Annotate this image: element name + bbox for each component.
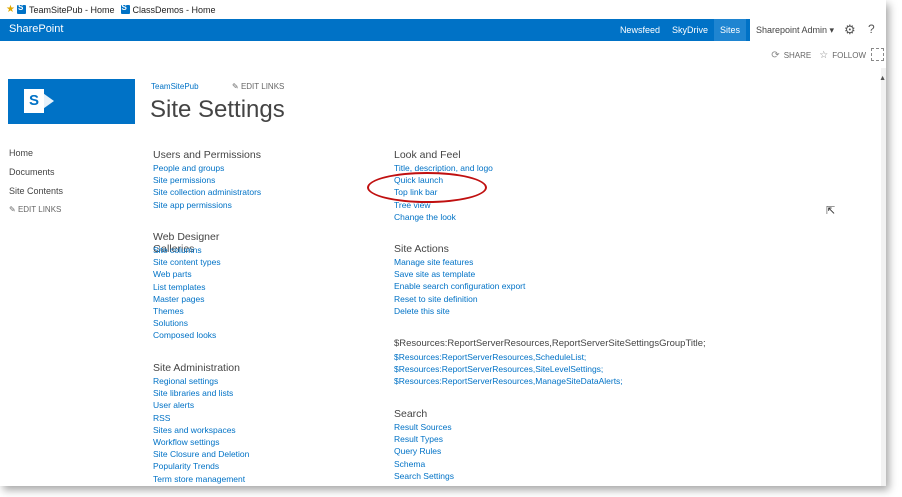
follow-button[interactable]: FOLLOW [832, 51, 866, 60]
settings-link[interactable]: Site app permissions [153, 199, 261, 211]
settings-link[interactable]: Term store management [153, 473, 249, 485]
sharepoint-favicon-icon [120, 3, 130, 14]
settings-link[interactable]: RSS [153, 412, 249, 424]
section-title: Users and Permissions [153, 149, 261, 161]
section-users-permissions: Users and Permissions People and groups … [153, 149, 261, 211]
section-site-actions: Site Actions Manage site features Save s… [394, 243, 525, 317]
settings-link[interactable]: List templates [153, 281, 221, 293]
gear-icon[interactable]: ⚙ [844, 22, 856, 38]
section-title: Look and Feel [394, 149, 461, 161]
settings-link[interactable]: Schema [394, 458, 454, 470]
share-button[interactable]: SHARE [784, 51, 812, 60]
settings-link[interactable]: Site libraries and lists [153, 387, 249, 399]
section-title: Site Administration [153, 362, 240, 374]
breadcrumb[interactable]: TeamSitePub [151, 82, 199, 91]
follow-star-icon[interactable]: ☆ [819, 50, 828, 61]
settings-link[interactable]: Reset to site definition [394, 293, 525, 305]
settings-link[interactable]: Save site as template [394, 268, 525, 280]
settings-link[interactable]: Composed looks [153, 329, 221, 341]
suite-bar: SharePoint Newsfeed SkyDrive Sites Share… [0, 19, 886, 41]
settings-link[interactable]: Enable search configuration export [394, 280, 525, 292]
page-title: Site Settings [150, 96, 285, 123]
settings-link[interactable]: Master pages [153, 293, 221, 305]
star-icon: ★ [6, 4, 15, 15]
scroll-up-arrow-icon[interactable]: ▲ [879, 75, 886, 82]
logo-s-icon: S [24, 89, 44, 113]
settings-link[interactable]: Workflow settings [153, 436, 249, 448]
user-menu: Sharepoint Admin ▾ ⚙ ? [750, 19, 886, 41]
edit-links-top[interactable]: ✎ EDIT LINKS [232, 82, 284, 91]
settings-link[interactable]: Site permissions [153, 174, 261, 186]
browser-frame: ★ TeamSitePub - Home ClassDemos - Home S… [0, 0, 886, 486]
settings-link[interactable]: Result Types [394, 433, 454, 445]
bookmarks-bar: ★ TeamSitePub - Home ClassDemos - Home [0, 0, 886, 19]
pencil-icon: ✎ [232, 82, 239, 91]
section-site-administration: Site Administration Regional settings Si… [153, 362, 249, 485]
settings-link[interactable]: Result Sources [394, 421, 454, 433]
pencil-icon: ✎ [9, 205, 16, 214]
settings-link[interactable]: People and groups [153, 162, 261, 174]
page-actions: ⟳ SHARE ☆ FOLLOW [767, 50, 866, 61]
quick-launch: Home Documents Site Contents ✎ EDIT LINK… [9, 148, 63, 224]
settings-link[interactable]: Web parts [153, 268, 221, 280]
nav-site-contents[interactable]: Site Contents [9, 186, 63, 196]
settings-link[interactable]: Change the look [394, 211, 493, 223]
nav-documents[interactable]: Documents [9, 167, 63, 177]
user-name[interactable]: Sharepoint Admin ▾ [756, 25, 834, 36]
settings-link[interactable]: Themes [153, 305, 221, 317]
settings-link[interactable]: $Resources:ReportServerResources,Schedul… [394, 351, 706, 363]
brand-label[interactable]: SharePoint [9, 23, 63, 35]
edit-links-left[interactable]: ✎ EDIT LINKS [9, 205, 63, 214]
bookmark-label: ClassDemos - Home [132, 4, 216, 15]
help-icon[interactable]: ? [868, 22, 875, 36]
settings-link[interactable]: $Resources:ReportServerResources,SiteLev… [394, 363, 706, 375]
settings-link[interactable]: Search Settings [394, 470, 454, 482]
settings-link[interactable]: $Resources:ReportServerResources,ManageS… [394, 375, 706, 387]
bookmark-label: TeamSitePub - Home [28, 4, 115, 15]
section-search: Search Result Sources Result Types Query… [394, 408, 454, 482]
nav-newsfeed[interactable]: Newsfeed [614, 19, 666, 41]
sharepoint-favicon-icon [16, 3, 26, 14]
section-title: Site Actions [394, 243, 449, 255]
settings-link[interactable]: Regional settings [153, 375, 249, 387]
suite-nav: Newsfeed SkyDrive Sites [614, 19, 746, 41]
edit-links-label: EDIT LINKS [17, 205, 62, 214]
nav-sites[interactable]: Sites [713, 19, 746, 41]
section-web-designer-galleries: Web Designer Galleries Site columns Site… [153, 231, 221, 342]
scrollbar[interactable] [881, 68, 886, 486]
bookmark-classdemos[interactable]: ClassDemos - Home [120, 3, 216, 15]
bookmark-teamsitepub[interactable]: ★ TeamSitePub - Home [6, 3, 115, 15]
settings-link[interactable]: Site columns [153, 244, 221, 256]
settings-link[interactable]: Manage site features [394, 256, 525, 268]
share-icon[interactable]: ⟳ [771, 50, 779, 61]
nav-home[interactable]: Home [9, 148, 63, 158]
section-title: $Resources:ReportServerResources,ReportS… [394, 338, 706, 349]
settings-link[interactable]: Solutions [153, 317, 221, 329]
settings-link[interactable]: Delete this site [394, 305, 525, 317]
settings-link[interactable]: Site Closure and Deletion [153, 448, 249, 460]
settings-link[interactable]: Site collection administrators [153, 186, 261, 198]
settings-link[interactable]: Query Rules [394, 445, 454, 457]
edit-links-label: EDIT LINKS [240, 82, 285, 91]
section-title: Web Designer Galleries [153, 231, 220, 255]
settings-link[interactable]: Sites and workspaces [153, 424, 249, 436]
section-title: Search [394, 408, 428, 420]
section-report-server: $Resources:ReportServerResources,ReportS… [394, 338, 706, 388]
settings-link[interactable]: User alerts [153, 399, 249, 411]
settings-link[interactable]: Popularity Trends [153, 460, 249, 472]
focus-mode-icon[interactable] [871, 48, 884, 61]
site-logo[interactable]: S [8, 79, 135, 124]
settings-link[interactable]: Site content types [153, 256, 221, 268]
mouse-cursor-icon: ⇱ [826, 205, 836, 217]
highlight-circle [367, 172, 487, 203]
nav-skydrive[interactable]: SkyDrive [666, 19, 714, 41]
